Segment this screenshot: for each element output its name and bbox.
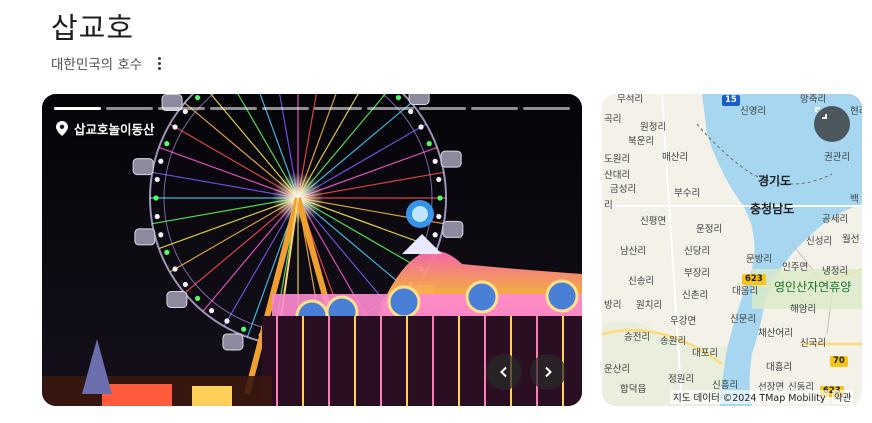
map-place-label: 채산어리 [758, 328, 793, 339]
map-place-label: 우강면 [670, 316, 697, 327]
map-place-label: 신문리 [730, 314, 757, 325]
map-place-label: 백 [850, 194, 859, 205]
map-place-label: 승전리 [624, 332, 651, 343]
map-place-label: 원치리 [636, 300, 663, 311]
map-place-label: 신촌리 [682, 290, 709, 301]
map-place-label: 정원리 [668, 374, 695, 385]
progress-segment [210, 107, 258, 110]
chevron-left-icon [500, 366, 507, 378]
progress-segment [106, 107, 154, 110]
map-place-label: 리 [604, 200, 613, 211]
map-place-label: 대흥리 [766, 362, 793, 373]
progress-segment [262, 107, 310, 110]
map-place-label: 공세리 [822, 214, 849, 225]
map-place-label: 해암리 [790, 304, 817, 315]
road-number-badge: 623 [742, 274, 766, 285]
map-place-label: 신송리 [628, 276, 655, 287]
more-options-icon[interactable] [152, 53, 166, 73]
progress-segment [54, 107, 102, 110]
photo-progress [54, 107, 570, 110]
progress-segment [366, 107, 414, 110]
chevron-right-icon [545, 366, 552, 378]
map-place-label: 대음리 [732, 286, 759, 297]
poi-label: 영인산자연휴양 [774, 280, 852, 294]
map-attribution: 지도 데이터 ©2024 TMap Mobility [670, 390, 829, 404]
map-place-label: 신국리 [800, 338, 827, 349]
map-place-label: 운산리 [604, 364, 631, 375]
progress-segment [314, 107, 362, 110]
map-place-label: 남산리 [620, 246, 647, 257]
progress-segment [418, 107, 466, 110]
map-place-label: 문방리 [746, 254, 773, 265]
map-place-label: 냉정리 [822, 266, 849, 277]
map-place-label: 권관리 [824, 152, 851, 163]
progress-segment [158, 107, 206, 110]
map-place-label: 신평면 [640, 216, 667, 227]
map-place-label: 신성리 [806, 236, 833, 247]
map-place-label: 현리 [850, 106, 862, 117]
map-place-label: 망축리 [800, 94, 827, 105]
photo-location-tag[interactable]: 삽교호놀이동산 [56, 119, 155, 138]
map-place-label: 방리 [604, 300, 622, 311]
map-place-label: 산대리 [604, 170, 631, 181]
place-subtitle: 대한민국의 호수 [51, 57, 143, 73]
road-number-badge: 15 [722, 95, 740, 106]
map-place-label: 매산리 [662, 152, 689, 163]
map-place-label: 곡리 [604, 114, 622, 125]
expand-map-button[interactable] [814, 106, 850, 142]
map-place-label: 대포리 [692, 348, 719, 359]
map-place-label: 부수리 [674, 188, 701, 199]
location-pin-icon [56, 121, 68, 136]
map-place-label: 북운리 [628, 136, 655, 147]
province-label: 경기도 [758, 174, 792, 188]
map-place-label: 월선 [842, 234, 860, 245]
previous-photo-button[interactable] [486, 354, 522, 390]
progress-segment [470, 107, 518, 110]
map-place-label: 원정리 [640, 122, 667, 133]
map-place-label: 인주면 [782, 262, 809, 273]
progress-segment [522, 107, 570, 110]
photo-carousel[interactable]: 삽교호놀이동산 [42, 94, 582, 406]
road-number-badge: 70 [830, 356, 848, 367]
map-terms-link[interactable]: 약관 [832, 390, 854, 404]
map-place-label: 송원리 [660, 336, 687, 347]
map-place-label: 금성리 [610, 184, 637, 195]
map-place-label: 무석리 [617, 94, 644, 105]
map-preview[interactable]: 무석리 신영리 망축리 현리 곡리 원정리 북운리 매산리 도원리 산대리 금성… [602, 94, 862, 406]
map-place-label: 부장리 [684, 268, 711, 279]
map-place-label: 운정리 [696, 224, 723, 235]
photo-location-label: 삽교호놀이동산 [74, 122, 155, 137]
map-place-label: 신영리 [740, 106, 767, 117]
expand-icon [815, 107, 827, 119]
place-title: 삽교호 [51, 11, 135, 45]
next-photo-button[interactable] [530, 354, 566, 390]
province-label: 충청남도 [750, 202, 795, 216]
map-place-label: 합덕읍 [620, 384, 647, 395]
subtitle-row: 대한민국의 호수 [51, 53, 166, 73]
map-place-label: 신당리 [684, 246, 711, 257]
map-place-label: 도원리 [604, 154, 631, 165]
